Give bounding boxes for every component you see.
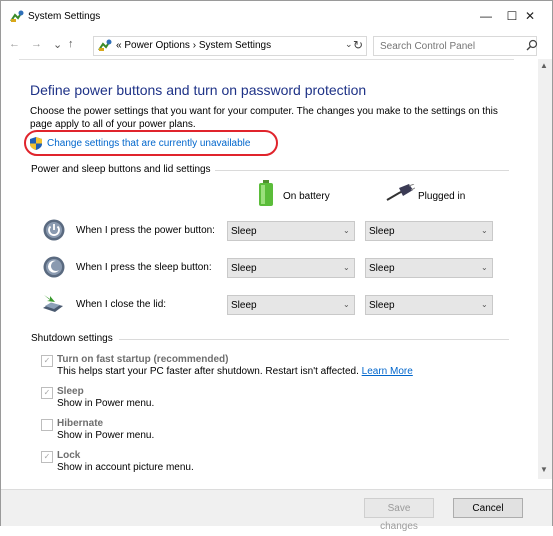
select-value: Sleep bbox=[231, 300, 257, 311]
power-button-label: When I press the power button: bbox=[76, 225, 215, 236]
chevron-down-icon: ⌄ bbox=[343, 300, 350, 309]
select-value: Sleep bbox=[231, 226, 257, 237]
forward-button[interactable]: → bbox=[31, 38, 42, 50]
page-title: Define power buttons and turn on passwor… bbox=[30, 82, 367, 98]
title-bar: System Settings — ☐ ✕ bbox=[1, 1, 552, 31]
sleep-option-desc: Show in Power menu. bbox=[57, 398, 155, 409]
system-settings-window: System Settings — ☐ ✕ ← → ⌄ ↑ « Power Op… bbox=[0, 0, 553, 532]
section-divider bbox=[215, 170, 509, 171]
lock-checkbox[interactable]: ✓ bbox=[41, 451, 53, 463]
close-lid-battery-select[interactable]: Sleep ⌄ bbox=[227, 295, 355, 315]
address-dropdown-icon[interactable]: ⌄ bbox=[345, 39, 353, 50]
vertical-scrollbar[interactable]: ▲ ▼ bbox=[538, 59, 552, 479]
address-toolbar: ← → ⌄ ↑ « Power Options › System Setting… bbox=[1, 31, 552, 59]
refresh-icon[interactable]: ↻ bbox=[353, 38, 363, 52]
search-input[interactable] bbox=[378, 38, 512, 55]
chevron-down-icon: ⌄ bbox=[481, 226, 488, 235]
fast-startup-title: Turn on fast startup (recommended) bbox=[57, 354, 229, 365]
select-value: Sleep bbox=[369, 263, 395, 274]
shutdown-section-label: Shutdown settings bbox=[31, 333, 113, 344]
lock-option-desc: Show in account picture menu. bbox=[57, 462, 194, 473]
close-button[interactable]: ✕ bbox=[508, 1, 552, 31]
main-content: Define power buttons and turn on passwor… bbox=[19, 59, 514, 490]
fast-startup-desc-text: This helps start your PC faster after sh… bbox=[57, 366, 359, 377]
learn-more-link[interactable]: Learn More bbox=[362, 366, 413, 377]
select-value: Sleep bbox=[231, 263, 257, 274]
address-bar[interactable]: « Power Options › System Settings ⌄ bbox=[93, 36, 367, 56]
plugged-in-header: Plugged in bbox=[418, 191, 466, 202]
change-settings-link[interactable]: Change settings that are currently unava… bbox=[30, 135, 270, 153]
change-settings-link-text[interactable]: Change settings that are currently unava… bbox=[47, 138, 250, 149]
search-box[interactable] bbox=[373, 36, 538, 56]
save-changes-button[interactable]: Save changes bbox=[364, 498, 434, 532]
power-button-battery-select[interactable]: Sleep ⌄ bbox=[227, 221, 355, 241]
footer-bar: Save changes Cancel bbox=[1, 489, 552, 532]
close-lid-plugged-select[interactable]: Sleep ⌄ bbox=[365, 295, 493, 315]
chevron-down-icon: ⌄ bbox=[481, 300, 488, 309]
up-button[interactable]: ↑ bbox=[68, 38, 74, 50]
power-button-icon bbox=[43, 219, 65, 241]
sleep-button-plugged-select[interactable]: Sleep ⌄ bbox=[365, 258, 493, 278]
breadcrumb-power-options[interactable]: Power Options bbox=[124, 40, 190, 51]
fast-startup-desc: This helps start your PC faster after sh… bbox=[57, 366, 413, 377]
breadcrumb-prefix[interactable]: « bbox=[116, 40, 122, 51]
on-battery-header: On battery bbox=[283, 191, 330, 202]
select-value: Sleep bbox=[369, 300, 395, 311]
sleep-option-title: Sleep bbox=[57, 386, 84, 397]
search-icon[interactable] bbox=[526, 39, 538, 51]
hibernate-option-title: Hibernate bbox=[57, 418, 104, 429]
power-options-icon bbox=[10, 10, 24, 22]
cancel-button[interactable]: Cancel bbox=[453, 498, 523, 518]
sleep-button-battery-select[interactable]: Sleep ⌄ bbox=[227, 258, 355, 278]
hibernate-option-desc: Show in Power menu. bbox=[57, 430, 155, 441]
power-plug-icon bbox=[386, 184, 415, 201]
breadcrumb-system-settings[interactable]: System Settings bbox=[199, 40, 271, 51]
sleep-button-label: When I press the sleep button: bbox=[76, 262, 212, 273]
uac-shield-icon bbox=[30, 137, 42, 150]
breadcrumb-separator: › bbox=[192, 40, 197, 51]
scroll-up-icon[interactable]: ▲ bbox=[540, 61, 548, 70]
recent-locations-button[interactable]: ⌄ bbox=[53, 38, 62, 51]
chevron-down-icon: ⌄ bbox=[481, 263, 488, 272]
scroll-down-icon[interactable]: ▼ bbox=[540, 465, 548, 474]
select-value: Sleep bbox=[369, 226, 395, 237]
hibernate-checkbox[interactable] bbox=[41, 419, 53, 431]
section-divider bbox=[119, 339, 509, 340]
battery-icon bbox=[259, 180, 273, 206]
power-section-label: Power and sleep buttons and lid settings bbox=[31, 164, 211, 175]
sleep-checkbox[interactable]: ✓ bbox=[41, 387, 53, 399]
fast-startup-checkbox[interactable]: ✓ bbox=[41, 355, 53, 367]
chevron-down-icon: ⌄ bbox=[343, 226, 350, 235]
close-lid-label: When I close the lid: bbox=[76, 299, 167, 310]
sleep-button-icon bbox=[43, 256, 65, 278]
power-button-plugged-select[interactable]: Sleep ⌄ bbox=[365, 221, 493, 241]
back-button[interactable]: ← bbox=[9, 38, 20, 50]
lock-option-title: Lock bbox=[57, 450, 81, 461]
control-panel-icon bbox=[98, 39, 112, 51]
chevron-down-icon: ⌄ bbox=[343, 263, 350, 272]
page-description: Choose the power settings that you want … bbox=[30, 106, 498, 130]
breadcrumb: « Power Options › System Settings bbox=[116, 40, 271, 51]
laptop-lid-icon bbox=[43, 295, 63, 312]
window-title: System Settings bbox=[28, 11, 101, 22]
